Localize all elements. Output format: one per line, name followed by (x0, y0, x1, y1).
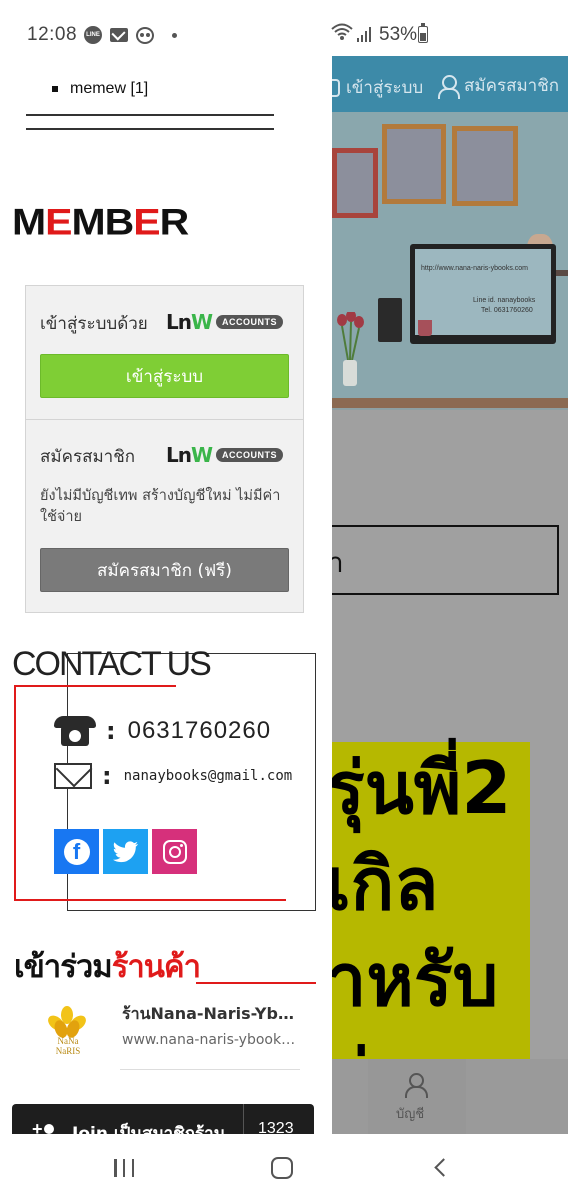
join-title-underline (196, 982, 316, 984)
cup-image (418, 320, 432, 336)
contact-phone[interactable]: : 0631760260 (54, 716, 271, 746)
shop-logo[interactable]: NaNa NaRIS (40, 1002, 96, 1064)
lnw-accounts-logo: LnW ACCOUNTS (166, 310, 284, 334)
twitter-icon (112, 840, 138, 862)
register-title: สมัครสมาชิก (40, 447, 136, 467)
contact-email[interactable]: : nanaybooks@gmail.com (54, 762, 292, 790)
search-text: า (332, 546, 344, 579)
login-button[interactable]: เข้าสู่ระบบ (40, 354, 289, 398)
join-member-button[interactable]: Join เป็นสมาชิกร้าน 1323 (12, 1104, 314, 1134)
contact-accent-line (14, 899, 286, 901)
register-button[interactable]: สมัครสมาชิก (ฟรี) (40, 548, 289, 592)
line-icon: LINE (84, 26, 102, 44)
divider (120, 1069, 300, 1070)
instagram-button[interactable] (152, 829, 197, 874)
flower-icon (45, 1006, 89, 1040)
contact-title: CONTACT US (12, 645, 212, 683)
navigation-bar (0, 1134, 568, 1200)
envelope-icon (54, 763, 92, 789)
promo-line-3: าหรับ (332, 938, 499, 1022)
instagram-icon (162, 839, 187, 864)
header-register-label: สมัครสมาชิก (464, 76, 560, 96)
divider (26, 128, 274, 130)
status-time: 12:08 (27, 24, 78, 45)
member-logo: MEMBER (12, 201, 189, 243)
social-links: f (54, 829, 197, 874)
battery-percent: 53% (379, 24, 418, 45)
register-description: ยังไม่มีบัญชีเทพ สร้างบัญชีใหม่ ไม่มีค่า… (40, 488, 281, 525)
banner-frame (452, 126, 518, 206)
battery-icon (418, 23, 428, 43)
banner-frame (382, 124, 446, 204)
background-page[interactable]: เข้าสู่ระบบ สมัครสมาชิก http://www.nana-… (332, 56, 568, 1134)
twitter-button[interactable] (103, 829, 148, 874)
home-button[interactable] (271, 1157, 293, 1179)
site-bottom-nav: บัญชี (332, 1059, 568, 1134)
account-label: บัญชี (396, 1107, 425, 1122)
site-header: เข้าสู่ระบบ สมัครสมาชิก (332, 56, 568, 112)
facebook-button[interactable]: f (54, 829, 99, 874)
header-login-label: เข้าสู่ระบบ (346, 78, 424, 98)
list-item[interactable]: memew [1] (52, 80, 148, 98)
member-count: 1323 (258, 1120, 294, 1134)
shop-url[interactable]: www.nana-naris-ybooks.com (122, 1032, 298, 1048)
promo-line-1: รุ่นพี่2 (332, 746, 512, 830)
signal-icon (357, 26, 373, 42)
login-section: เข้าสู่ระบบด้วย LnW ACCOUNTS เข้าสู่ระบบ (26, 286, 303, 420)
login-icon (332, 78, 340, 97)
banner-bottom (332, 408, 568, 410)
banner-tel: Tel. 0631760260 (481, 307, 533, 314)
shop-name[interactable]: ร้านNana-Naris-Ybooks (122, 1002, 302, 1027)
banner-line-id: Line id. nanaybooks (473, 297, 536, 304)
site-banner: http://www.nana-naris-ybooks.com Line id… (332, 112, 568, 410)
join-label: Join เป็นสมาชิกร้าน (72, 1124, 226, 1134)
status-bar: 12:08 LINE 53% (0, 0, 568, 56)
wifi-icon (331, 23, 353, 40)
account-icon (404, 1073, 428, 1098)
flowers-image (337, 312, 364, 386)
lnw-accounts-logo: LnW ACCOUNTS (166, 443, 284, 467)
divider (243, 1104, 244, 1134)
monitor-screen: http://www.nana-naris-ybooks.com Line id… (415, 249, 551, 335)
phone-number: 0631760260 (127, 717, 272, 744)
recents-button[interactable] (114, 1159, 134, 1177)
email-address: nanaybooks@gmail.com (123, 768, 293, 784)
notification-icons: LINE (84, 25, 177, 45)
side-drawer: memew [1] MEMBER เข้าสู่ระบบด้วย LnW ACC… (0, 56, 332, 1134)
login-title: เข้าสู่ระบบด้วย (40, 314, 148, 334)
header-register-link[interactable]: สมัครสมาชิก (438, 72, 559, 99)
member-login-box: เข้าสู่ระบบด้วย LnW ACCOUNTS เข้าสู่ระบบ… (25, 285, 304, 613)
back-button[interactable] (434, 1158, 453, 1177)
telephone-icon (54, 716, 96, 746)
panda-icon (136, 26, 154, 44)
user-icon (438, 74, 460, 99)
facebook-icon: f (63, 838, 90, 865)
dot-icon (172, 32, 177, 38)
contact-accent-line (14, 685, 16, 901)
shop-logo-text: NaNa NaRIS (55, 1036, 81, 1056)
join-shop-title: เข้าร่วมร้านค้า (14, 949, 201, 985)
screen: 12:08 LINE 53% เข้าสู่ระบบ สมัครสมาชิก h… (0, 0, 568, 1200)
speaker-image (378, 298, 402, 342)
banner-url: http://www.nana-naris-ybooks.com (421, 265, 528, 272)
header-login-link[interactable]: เข้าสู่ระบบ (332, 74, 423, 101)
gmail-icon (110, 28, 128, 42)
banner-frame (332, 148, 378, 218)
promo-line-2: เกิล (332, 842, 439, 926)
search-box[interactable]: า (332, 525, 559, 595)
contact-accent-line (14, 685, 176, 687)
add-user-icon (32, 1119, 58, 1134)
desk (332, 398, 568, 408)
divider (26, 114, 274, 116)
